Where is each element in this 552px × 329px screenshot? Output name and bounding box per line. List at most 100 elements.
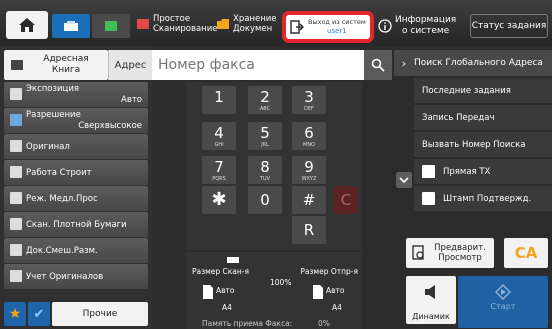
send-size-button[interactable]: Авто A4 (312, 282, 352, 312)
menu-original-count[interactable]: Учет Оригиналов (4, 264, 148, 289)
tab-fax[interactable] (52, 14, 90, 38)
menu-original[interactable]: Оригинал (4, 134, 148, 159)
system-info-button[interactable]: Информация о системе (378, 12, 456, 40)
simple-scan-label: Простое Сканирование (153, 14, 218, 34)
paper-icon (313, 285, 323, 299)
paper-icon (203, 285, 213, 299)
menu-exposure[interactable]: Экспозиция Авто (4, 82, 148, 107)
menu-thick-paper[interactable]: Скан. Плотной Бумаги (4, 212, 148, 237)
search-number-recall-button[interactable]: Вызвать Номер Поиска (414, 132, 552, 157)
logout-button[interactable]: Выход из систем user1 (282, 11, 374, 43)
fax-number-field[interactable] (152, 50, 378, 80)
scan-size-button[interactable]: Авто A4 (202, 282, 242, 312)
key-letters: TUV (259, 176, 271, 182)
scroll-down-button[interactable] (396, 172, 412, 188)
key-letters: DEF (304, 106, 314, 112)
mixed-size-icon (10, 244, 22, 256)
direct-tx-toggle[interactable]: Прямая TX (414, 159, 552, 184)
transmission-log-button[interactable]: Запись Передач (414, 105, 552, 130)
key-clear[interactable]: C (334, 186, 358, 214)
menu-item-label: Учет Оригиналов (26, 272, 104, 282)
key-6[interactable]: 6 MNO (292, 122, 326, 150)
settings-column: Адресная Книга Адрес Экспозиция Авто Раз… (0, 46, 152, 329)
key-digit: 8 (260, 158, 270, 176)
slow-scan-icon (10, 192, 22, 204)
home-icon (19, 18, 35, 32)
document-filing-icon (217, 19, 229, 29)
key-r[interactable]: R (292, 216, 326, 244)
star-icon: ★ (8, 306, 22, 322)
original-preview-icon (227, 257, 239, 263)
key-hash[interactable]: # (292, 186, 326, 214)
logout-icon (290, 20, 304, 34)
recent-jobs-button[interactable]: Последние задания (414, 78, 552, 103)
send-size-value: Авто (326, 286, 345, 295)
checkmark-icon: ✔ (33, 306, 45, 322)
send-paper-value: A4 (332, 303, 342, 312)
direct-tx-label: Прямая TX (443, 166, 491, 177)
key-1[interactable]: 1 (202, 86, 236, 114)
menu-item-label: Разрешение (26, 110, 81, 120)
key-0[interactable]: 0 (248, 186, 282, 214)
clear-all-button[interactable]: CA (504, 238, 548, 268)
top-bar: Простое Сканирование Хранение Докумен Вы… (0, 0, 552, 46)
global-address-search-button[interactable]: › Поиск Глобального Адреса (394, 50, 552, 76)
verification-stamp-toggle[interactable]: Штамп Подтвержд. (414, 186, 552, 211)
tab-scan[interactable] (92, 14, 130, 38)
resolution-icon (10, 114, 22, 126)
menu-slow-scan[interactable]: Реж. Медл.Прос (4, 186, 148, 211)
left-bottom-bar: ★ ✔ Прочие (4, 302, 148, 326)
key-letters: PQRS (212, 176, 226, 182)
key-letters: WXYZ (301, 176, 317, 182)
menu-resolution[interactable]: Разрешение Сверхвысокое (4, 108, 148, 133)
chevron-right-icon: › (401, 56, 407, 70)
job-status-button[interactable]: Статус задания (470, 14, 548, 38)
simple-scan-icon (137, 19, 149, 29)
address-book-label: Адресная Книга (43, 54, 89, 75)
job-build-icon (10, 166, 22, 178)
speaker-button[interactable]: Динамик (406, 276, 456, 324)
fax-icon (64, 21, 78, 31)
original-icon (10, 140, 22, 152)
key-3[interactable]: 3 DEF (292, 86, 326, 114)
key-2[interactable]: 2 ABC (248, 86, 282, 114)
key-4[interactable]: 4 GHI (202, 122, 236, 150)
logged-in-user: user1 (327, 27, 347, 35)
document-filing-label: Хранение Докумен (233, 14, 277, 34)
document-filing-button[interactable]: Хранение Докумен (216, 10, 277, 38)
address-book-button[interactable]: Адресная Книга (4, 50, 108, 80)
numeric-keypad: 1 2 ABC 3 DEF 4 GHI 5 JKL 6 MNO 7 PQRS 8 TUV 9W… (186, 82, 362, 250)
exposure-icon (10, 88, 22, 100)
favorites-button[interactable]: ★ (4, 302, 26, 326)
verification-stamp-label: Штамп Подтвержд. (443, 193, 532, 204)
search-icon (371, 58, 385, 72)
simple-scan-button[interactable]: Простое Сканирование (136, 10, 218, 38)
menu-mixed-size[interactable]: Док.Смеш.Разм. (4, 238, 148, 263)
address-label: Адрес (108, 50, 152, 80)
fax-memory-label: Память приема Факса: (202, 319, 293, 328)
key-digit: 6 (304, 124, 314, 142)
key-7[interactable]: 7 PQRS (202, 156, 236, 184)
scan-size-value: Авто (216, 286, 235, 295)
fax-memory-value: 0% (318, 319, 330, 328)
fax-number-input[interactable] (152, 50, 378, 80)
key-9[interactable]: 9 WXYZ (292, 156, 326, 184)
start-button[interactable]: Старт (458, 276, 548, 328)
preview-button[interactable]: Предварит. Просмотр (406, 238, 494, 268)
key-letters: ABC (259, 106, 271, 112)
key-8[interactable]: 8 TUV (248, 156, 282, 184)
direct-tx-checkbox[interactable] (422, 165, 435, 178)
menu-job-build[interactable]: Работа Строит (4, 160, 148, 185)
key-5[interactable]: 5 JKL (248, 122, 282, 150)
size-info-panel: Размер Скан-я Размер Отпр-я 100% Авто A4… (186, 252, 362, 329)
settings-menu: Экспозиция Авто Разрешение Сверхвысокое … (4, 82, 148, 290)
settings-check-button[interactable]: ✔ (28, 302, 50, 326)
other-settings-button[interactable]: Прочие (52, 302, 148, 326)
scan-paper-value: A4 (222, 303, 232, 312)
search-button[interactable] (364, 50, 392, 80)
verification-stamp-checkbox[interactable] (422, 192, 435, 205)
key-asterisk[interactable]: ✱ (202, 186, 236, 214)
key-digit: 4 (214, 124, 224, 142)
key-digit: 1 (214, 88, 224, 106)
home-button[interactable] (6, 11, 48, 39)
